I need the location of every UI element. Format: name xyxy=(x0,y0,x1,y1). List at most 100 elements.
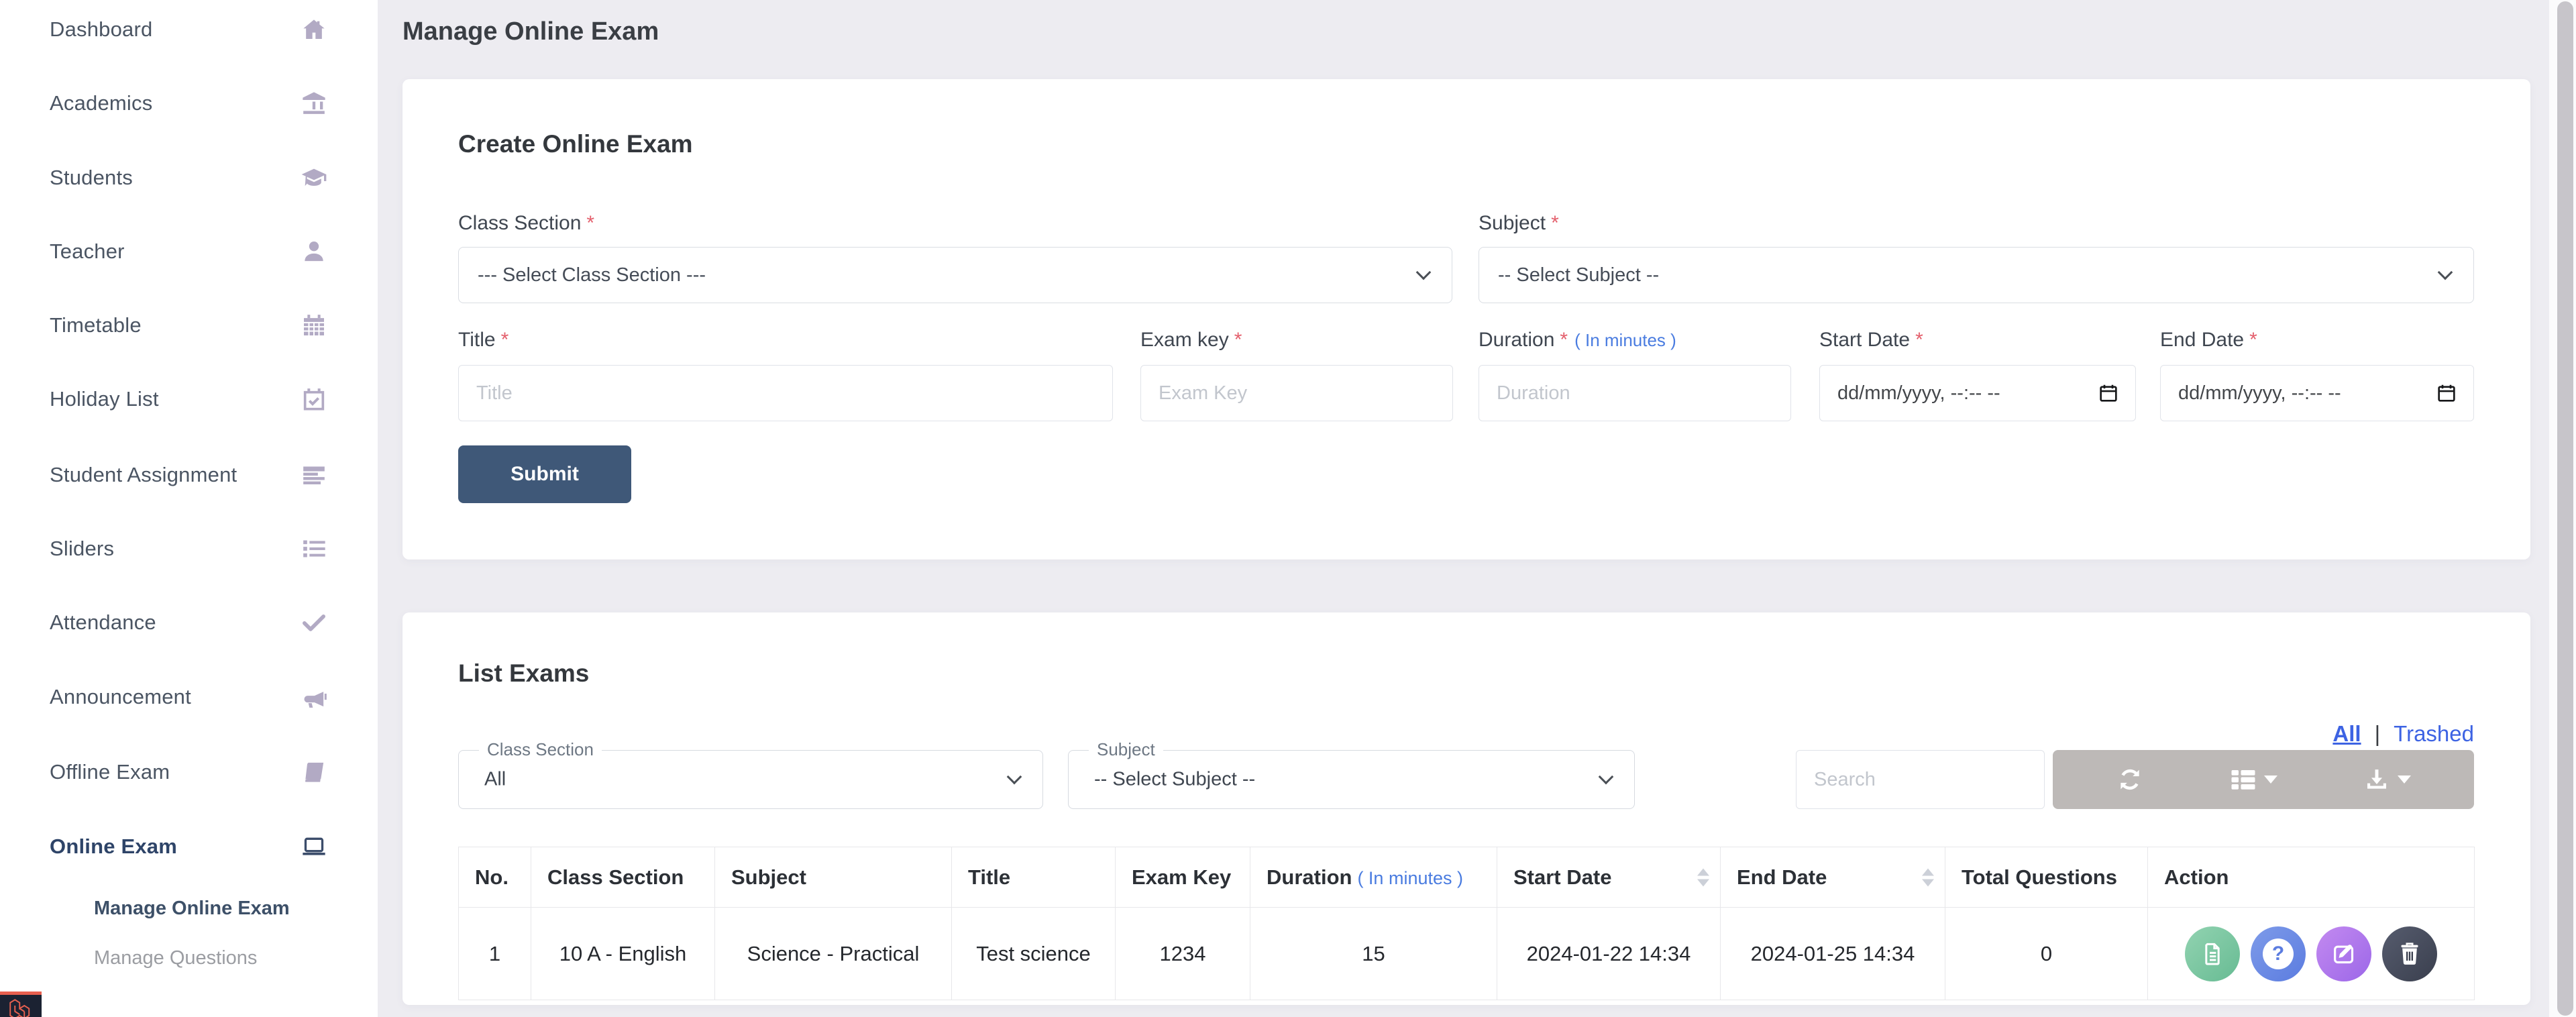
create-exam-card: Create Online Exam Class Section* Subjec… xyxy=(402,79,2530,559)
list-card-title: List Exams xyxy=(458,659,589,688)
cell-class-section: 10 A - English xyxy=(531,908,715,1000)
exam-key-input[interactable] xyxy=(1140,365,1453,421)
duration-label: Duration*( In minutes ) xyxy=(1479,329,1676,352)
edit-button[interactable] xyxy=(2316,926,2371,981)
edit-icon xyxy=(2330,941,2357,967)
graduation-cap-icon xyxy=(299,162,329,193)
header-duration: Duration( In minutes ) xyxy=(1250,847,1497,908)
view-result-button[interactable] xyxy=(2185,926,2240,981)
start-date-label: Start Date* xyxy=(1819,329,1923,352)
table-header-row: No. Class Section Subject Title Exam Key… xyxy=(459,847,2475,908)
filter-class-section-select[interactable]: Class Section All xyxy=(458,750,1043,809)
assignment-icon xyxy=(299,460,329,490)
sort-icon[interactable] xyxy=(1697,868,1709,886)
trash-icon xyxy=(2396,941,2423,967)
chevron-down-icon xyxy=(1007,769,1022,785)
search-input[interactable] xyxy=(1796,750,2045,809)
class-section-label: Class Section* xyxy=(458,212,594,235)
header-total-questions: Total Questions xyxy=(1945,847,2148,908)
table-row: 1 10 A - English Science - Practical Tes… xyxy=(459,908,2475,1000)
sidebar-subitem-manage-questions[interactable]: Manage Questions xyxy=(94,945,257,971)
export-button[interactable] xyxy=(2363,765,2411,794)
cell-end-date: 2024-01-25 14:34 xyxy=(1721,908,1945,1000)
calendar-picker-icon[interactable] xyxy=(2098,382,2119,404)
list-filter-links: All | Trashed xyxy=(2332,721,2474,747)
trashed-link[interactable]: Trashed xyxy=(2394,721,2474,747)
chevron-down-icon xyxy=(1416,265,1432,280)
questions-button[interactable]: ? xyxy=(2251,926,2306,981)
laravel-debugbar-badge[interactable] xyxy=(0,992,42,1017)
cell-duration: 15 xyxy=(1250,908,1497,1000)
calendar-icon xyxy=(299,310,329,341)
table-toolbar xyxy=(2053,750,2474,809)
sidebar-item-academics[interactable]: Academics xyxy=(0,89,378,118)
link-separator: | xyxy=(2375,721,2381,747)
filter-subject-select[interactable]: Subject -- Select Subject -- xyxy=(1068,750,1635,809)
caret-down-icon xyxy=(2398,775,2411,784)
all-link[interactable]: All xyxy=(2332,721,2361,747)
home-icon xyxy=(299,14,329,45)
list-exams-card: List Exams All | Trashed Class Section A… xyxy=(402,612,2530,1005)
page-scrollbar[interactable] xyxy=(2549,0,2576,1017)
caret-down-icon xyxy=(2264,775,2277,784)
user-icon xyxy=(299,236,329,267)
laptop-icon xyxy=(299,831,329,862)
start-date-input[interactable]: dd/mm/yyyy, --:-- -- xyxy=(1819,365,2136,421)
refresh-icon xyxy=(2116,765,2144,794)
title-label: Title* xyxy=(458,329,508,352)
sidebar-item-sliders[interactable]: Sliders xyxy=(0,534,378,564)
list-icon xyxy=(299,533,329,564)
sidebar-item-dashboard[interactable]: Dashboard xyxy=(0,15,378,44)
header-no: No. xyxy=(459,847,531,908)
title-input[interactable] xyxy=(458,365,1113,421)
table-columns-icon xyxy=(2229,765,2257,794)
class-section-select[interactable]: --- Select Class Section --- xyxy=(458,247,1452,303)
header-start-date[interactable]: Start Date xyxy=(1497,847,1721,908)
sidebar-item-online-exam[interactable]: Online Exam xyxy=(0,832,378,861)
sidebar-item-announcement[interactable]: Announcement xyxy=(0,682,378,712)
sidebar-subitem-manage-online-exam[interactable]: Manage Online Exam xyxy=(94,895,290,922)
sidebar: Dashboard Academics Students Teacher Tim… xyxy=(0,0,378,1017)
exam-key-label: Exam key* xyxy=(1140,329,1242,352)
calendar-check-icon xyxy=(299,384,329,415)
cell-start-date: 2024-01-22 14:34 xyxy=(1497,908,1721,1000)
scrollbar-thumb[interactable] xyxy=(2557,1,2573,1016)
sort-icon[interactable] xyxy=(1922,868,1934,886)
sidebar-item-timetable[interactable]: Timetable xyxy=(0,311,378,340)
cell-exam-key: 1234 xyxy=(1116,908,1250,1000)
sidebar-item-attendance[interactable]: Attendance xyxy=(0,608,378,637)
duration-input[interactable] xyxy=(1479,365,1791,421)
sidebar-item-holiday-list[interactable]: Holiday List xyxy=(0,384,378,414)
cell-no: 1 xyxy=(459,908,531,1000)
columns-button[interactable] xyxy=(2229,765,2277,794)
header-subject: Subject xyxy=(715,847,952,908)
main-content: Manage Online Exam Create Online Exam Cl… xyxy=(378,0,2576,1017)
calendar-picker-icon[interactable] xyxy=(2436,382,2457,404)
exams-table: No. Class Section Subject Title Exam Key… xyxy=(458,847,2475,1000)
subject-label: Subject* xyxy=(1479,212,1559,235)
sidebar-item-students[interactable]: Students xyxy=(0,163,378,193)
refresh-button[interactable] xyxy=(2116,765,2144,794)
header-action: Action xyxy=(2148,847,2475,908)
end-date-label: End Date* xyxy=(2160,329,2257,352)
submit-button[interactable]: Submit xyxy=(458,445,631,503)
download-icon xyxy=(2363,765,2391,794)
create-card-title: Create Online Exam xyxy=(458,130,693,158)
bank-icon xyxy=(299,88,329,119)
end-date-input[interactable]: dd/mm/yyyy, --:-- -- xyxy=(2160,365,2474,421)
delete-button[interactable] xyxy=(2382,926,2437,981)
cell-title: Test science xyxy=(952,908,1116,1000)
sidebar-item-student-assignment[interactable]: Student Assignment xyxy=(0,460,378,490)
sidebar-item-teacher[interactable]: Teacher xyxy=(0,237,378,266)
header-exam-key: Exam Key xyxy=(1116,847,1250,908)
cell-action: ? xyxy=(2148,908,2475,1000)
file-icon xyxy=(2199,941,2226,967)
sidebar-item-offline-exam[interactable]: Offline Exam xyxy=(0,757,378,787)
header-class-section: Class Section xyxy=(531,847,715,908)
subject-select[interactable]: -- Select Subject -- xyxy=(1479,247,2474,303)
bullhorn-icon xyxy=(299,682,329,712)
header-end-date[interactable]: End Date xyxy=(1721,847,1945,908)
page-title: Manage Online Exam xyxy=(402,17,659,46)
laravel-logo-icon xyxy=(7,996,35,1017)
duration-note: ( In minutes ) xyxy=(1574,330,1676,350)
